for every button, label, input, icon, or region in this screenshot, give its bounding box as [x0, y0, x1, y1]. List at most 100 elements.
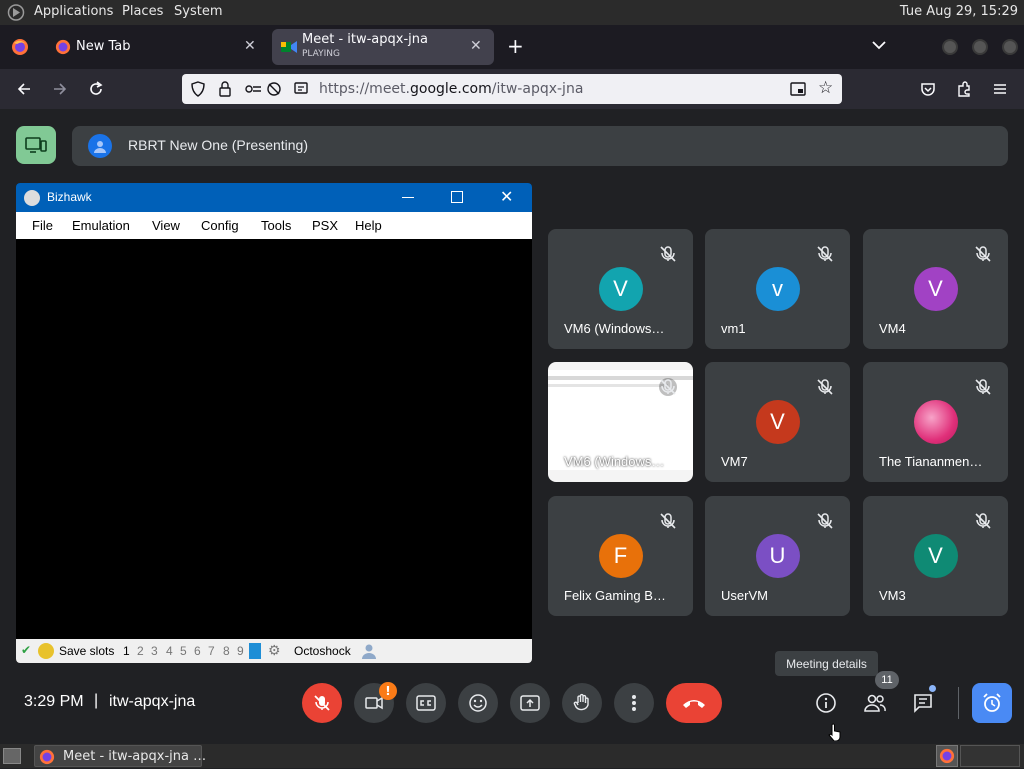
- window-maximize-button[interactable]: [972, 39, 988, 55]
- participant-name: Felix Gaming B…: [564, 588, 666, 603]
- forward-icon[interactable]: [48, 77, 72, 101]
- presenter-bar[interactable]: RBRT New One (Presenting): [72, 126, 1008, 166]
- participant-tile[interactable]: V VM4: [863, 229, 1008, 349]
- chat-button[interactable]: [909, 689, 937, 717]
- bizhawk-menu-file[interactable]: File: [32, 218, 53, 233]
- participant-photo-avatar: [913, 400, 958, 444]
- people-button[interactable]: [861, 689, 889, 717]
- taskbar-window-button[interactable]: Meet - itw-apqx-jna …: [34, 745, 206, 767]
- participant-name: VM3: [879, 588, 906, 603]
- bookmark-star-icon[interactable]: ☆: [818, 80, 833, 97]
- url-bar[interactable]: https://meet.google.com/itw-apqx-jna ☆: [182, 74, 842, 104]
- menu-system[interactable]: System: [174, 4, 222, 19]
- mouse-pointer-hand-icon: [828, 723, 842, 742]
- tab-new-tab[interactable]: New Tab ✕: [44, 29, 266, 65]
- participant-avatar: F: [598, 534, 643, 578]
- chat-notification-dot: [929, 685, 936, 692]
- window-minimize-button[interactable]: [942, 39, 958, 55]
- reload-icon[interactable]: [84, 77, 108, 101]
- meet-content: RBRT New One (Presenting) Bizhawk ✕ File…: [0, 109, 1024, 744]
- participant-tile-screenshare[interactable]: VM6 (Windows…: [548, 362, 693, 482]
- meeting-details-tooltip: Meeting details: [775, 651, 878, 676]
- slot-4[interactable]: 4: [166, 644, 173, 658]
- tab-meet[interactable]: Meet - itw-apqx-jna PLAYING ✕: [272, 29, 494, 65]
- participant-tile[interactable]: V VM6 (Windows…: [548, 229, 693, 349]
- permissions-icon[interactable]: [244, 81, 262, 97]
- panel-clock[interactable]: Tue Aug 29, 15:29: [900, 4, 1018, 19]
- bizhawk-menu-config[interactable]: Config: [201, 218, 239, 233]
- meeting-info-separator: |: [94, 692, 99, 709]
- slot-3[interactable]: 3: [151, 644, 158, 658]
- bizhawk-menu-view[interactable]: View: [152, 218, 180, 233]
- menu-places[interactable]: Places: [122, 4, 163, 19]
- hamburger-menu-icon[interactable]: [988, 77, 1012, 101]
- slot-5[interactable]: 5: [180, 644, 187, 658]
- picture-in-picture-icon[interactable]: [790, 81, 806, 97]
- close-tab-icon[interactable]: ✕: [244, 38, 256, 54]
- muted-mic-icon: [659, 512, 677, 530]
- bizhawk-close-icon[interactable]: ✕: [500, 187, 513, 206]
- participant-tile[interactable]: V VM3: [863, 496, 1008, 616]
- camera-blocked-icon[interactable]: [266, 81, 282, 97]
- bizhawk-menu-help[interactable]: Help: [355, 218, 382, 233]
- tab-strip: New Tab ✕ Meet - itw-apqx-jna PLAYING ✕ …: [0, 25, 1024, 69]
- divider: [958, 687, 959, 719]
- participant-tile[interactable]: V VM7: [705, 362, 850, 482]
- reactions-button[interactable]: [458, 683, 498, 723]
- slot-9[interactable]: 9: [237, 644, 244, 658]
- bizhawk-maximize-icon[interactable]: [451, 191, 463, 203]
- workspace-switcher[interactable]: [936, 745, 958, 767]
- page-info-icon[interactable]: [293, 81, 309, 97]
- extensions-icon[interactable]: [952, 77, 976, 101]
- user-icon: [361, 643, 377, 659]
- present-screen-button[interactable]: [510, 683, 550, 723]
- captions-button[interactable]: [406, 683, 446, 723]
- new-tab-button[interactable]: +: [507, 34, 524, 58]
- slot-2[interactable]: 2: [137, 644, 144, 658]
- tooltip-text: Meeting details: [786, 656, 867, 671]
- participant-name: VM6 (Windows…: [564, 321, 665, 336]
- bizhawk-menu-tools[interactable]: Tools: [261, 218, 291, 233]
- participant-avatar: V: [913, 534, 958, 578]
- show-desktop-icon[interactable]: [3, 748, 21, 764]
- navigation-toolbar: https://meet.google.com/itw-apqx-jna ☆: [0, 69, 1024, 109]
- bizhawk-menu-psx[interactable]: PSX: [312, 218, 338, 233]
- pocket-icon[interactable]: [916, 77, 940, 101]
- url-text[interactable]: https://meet.google.com/itw-apqx-jna: [319, 81, 583, 97]
- participant-tile[interactable]: The Tiananmen…: [863, 362, 1008, 482]
- muted-mic-icon: [974, 378, 992, 396]
- slot-1[interactable]: 1: [123, 644, 130, 658]
- leave-call-button[interactable]: [666, 683, 722, 723]
- tab-title: Meet - itw-apqx-jna: [302, 32, 428, 47]
- participant-tile[interactable]: F Felix Gaming B…: [548, 496, 693, 616]
- participant-avatar: v: [755, 267, 800, 311]
- lock-icon[interactable]: [218, 81, 232, 97]
- list-tabs-icon[interactable]: [871, 37, 887, 53]
- close-tab-icon[interactable]: ✕: [470, 38, 482, 54]
- muted-mic-icon: [816, 512, 834, 530]
- presentation-layout-button[interactable]: [16, 126, 56, 164]
- participant-tile[interactable]: v vm1: [705, 229, 850, 349]
- menu-applications[interactable]: Applications: [34, 4, 113, 19]
- raise-hand-button[interactable]: [562, 683, 602, 723]
- window-close-button[interactable]: [1002, 39, 1018, 55]
- back-icon[interactable]: [12, 77, 36, 101]
- microphone-off-button[interactable]: [302, 683, 342, 723]
- bizhawk-menu-emulation[interactable]: Emulation: [72, 218, 130, 233]
- slot-8[interactable]: 8: [223, 644, 230, 658]
- meeting-details-button[interactable]: [812, 689, 840, 717]
- firefox-taskbar-icon: [39, 749, 55, 765]
- firefox-icon[interactable]: [11, 38, 29, 56]
- tab-title: New Tab: [76, 39, 131, 54]
- slot-7[interactable]: 7: [208, 644, 215, 658]
- bizhawk-minimize-icon[interactable]: [402, 197, 414, 198]
- shield-icon[interactable]: [190, 81, 206, 97]
- participant-tile[interactable]: U UserVM: [705, 496, 850, 616]
- gnome-foot-icon[interactable]: [7, 4, 25, 21]
- activities-button[interactable]: [972, 683, 1012, 723]
- bottom-taskbar: Meet - itw-apqx-jna …: [0, 744, 1024, 768]
- meeting-time: 3:29 PM: [24, 693, 84, 710]
- slot-6[interactable]: 6: [194, 644, 201, 658]
- more-options-button[interactable]: [614, 683, 654, 723]
- workspace-2[interactable]: [960, 745, 1020, 767]
